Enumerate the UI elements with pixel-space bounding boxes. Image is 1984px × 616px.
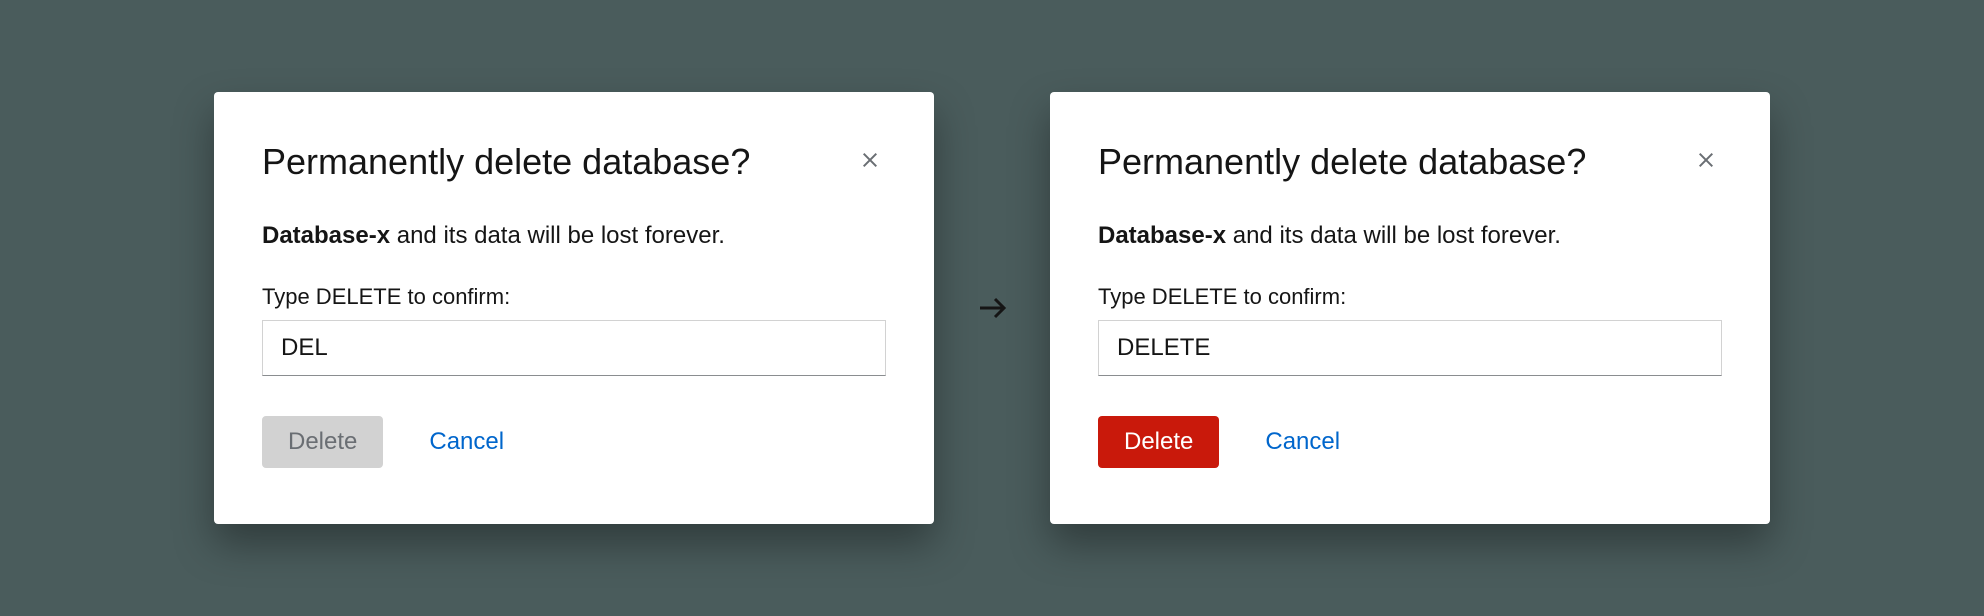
confirm-group: Type DELETE to confirm: <box>1098 284 1722 376</box>
confirm-label: Type DELETE to confirm: <box>262 284 886 310</box>
confirm-input[interactable] <box>262 320 886 376</box>
warning-text: Database-x and its data will be lost for… <box>262 219 886 253</box>
cancel-button[interactable]: Cancel <box>1259 416 1346 468</box>
modal-footer: Delete Cancel <box>1098 416 1722 468</box>
delete-button[interactable]: Delete <box>262 416 383 468</box>
close-icon <box>858 148 882 172</box>
modal-body: Database-x and its data will be lost for… <box>262 219 886 253</box>
database-name: Database-x <box>1098 222 1226 249</box>
delete-button[interactable]: Delete <box>1098 416 1219 468</box>
confirm-label: Type DELETE to confirm: <box>1098 284 1722 310</box>
cancel-button[interactable]: Cancel <box>423 416 510 468</box>
database-name: Database-x <box>262 222 390 249</box>
modal-footer: Delete Cancel <box>262 416 886 468</box>
arrow-right-icon <box>974 290 1010 326</box>
confirm-group: Type DELETE to confirm: <box>262 284 886 376</box>
confirm-input[interactable] <box>1098 320 1722 376</box>
modal-body: Database-x and its data will be lost for… <box>1098 219 1722 253</box>
warning-text: Database-x and its data will be lost for… <box>1098 219 1722 253</box>
close-icon <box>1694 148 1718 172</box>
close-button[interactable] <box>1690 144 1722 176</box>
modal-header: Permanently delete database? <box>262 140 886 183</box>
delete-confirmation-modal: Permanently delete database? Database-x … <box>214 92 934 525</box>
modal-header: Permanently delete database? <box>1098 140 1722 183</box>
warning-suffix: and its data will be lost forever. <box>1226 222 1561 249</box>
warning-suffix: and its data will be lost forever. <box>390 222 725 249</box>
close-button[interactable] <box>854 144 886 176</box>
modal-title: Permanently delete database? <box>262 140 750 183</box>
delete-confirmation-modal: Permanently delete database? Database-x … <box>1050 92 1770 525</box>
modal-title: Permanently delete database? <box>1098 140 1586 183</box>
